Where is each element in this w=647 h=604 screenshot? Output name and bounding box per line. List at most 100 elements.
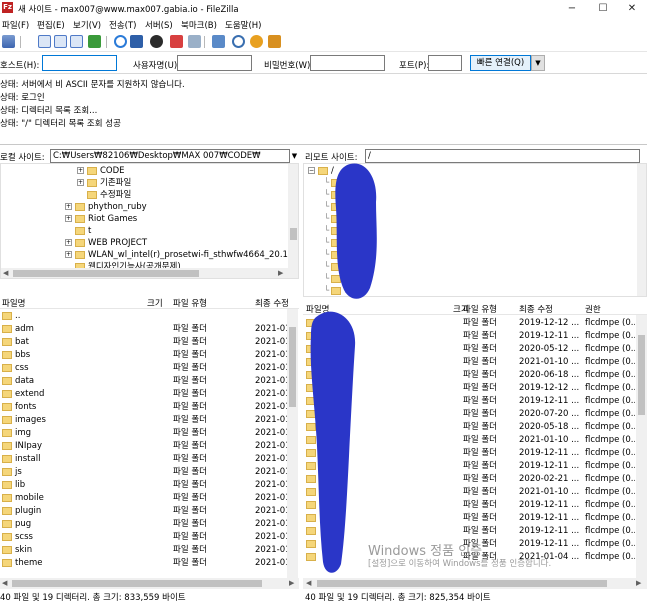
local-path-input[interactable]: C:₩Users₩82106₩Desktop₩MAX 007₩CODE₩ xyxy=(50,149,290,163)
local-tree-hscrollbar[interactable]: ◀ ▶ xyxy=(1,268,298,278)
table-row[interactable]: data 파일 폴더 2021-01 xyxy=(0,375,287,388)
table-row[interactable]: scss 파일 폴더 2021-01 xyxy=(0,531,287,544)
column-size[interactable]: 크기 xyxy=(147,297,163,309)
menu-bookmarks[interactable]: 북마크(B) xyxy=(181,19,217,31)
table-row[interactable]: lib 파일 폴더 2021-01 xyxy=(0,479,287,492)
tree-item[interactable]: + CODE xyxy=(77,165,125,177)
table-row[interactable]: .. xyxy=(0,310,287,323)
column-modified[interactable]: 최종 수정 xyxy=(255,297,289,309)
collapse-icon[interactable]: − xyxy=(308,167,315,174)
disconnect-icon[interactable] xyxy=(170,35,183,48)
table-row[interactable]: adm 파일 폴더 2021-01 xyxy=(0,323,287,336)
file-modified-cell: 2019-12-11 ... xyxy=(519,331,580,341)
tree-item[interactable]: + Riot Games xyxy=(65,213,137,225)
close-button[interactable]: ✕ xyxy=(617,0,647,17)
log-line: 상태: "/" 디렉터리 목록 조회 성공 xyxy=(0,119,121,129)
expand-icon[interactable]: + xyxy=(77,179,84,186)
column-modified[interactable]: 최종 수정 xyxy=(519,303,553,315)
local-file-list[interactable]: 파일명 크기 파일 유형 최종 수정 .. adm 파일 폴더 2021-01 bat 파… xyxy=(0,294,299,580)
tree-item[interactable]: 수정파일 xyxy=(87,189,131,201)
column-type[interactable]: 파일 유형 xyxy=(173,297,207,309)
reconnect-icon[interactable] xyxy=(188,35,201,48)
tree-item[interactable]: + WEB PROJECT xyxy=(65,237,147,249)
table-row[interactable]: plugin 파일 폴더 2021-01 xyxy=(0,505,287,518)
password-input[interactable] xyxy=(310,55,385,71)
scroll-thumb[interactable] xyxy=(638,335,645,415)
quickconnect-button[interactable]: 빠른 연결(Q) xyxy=(470,55,531,71)
menu-server[interactable]: 서버(S) xyxy=(145,19,173,31)
scroll-right-icon[interactable]: ▶ xyxy=(636,579,641,587)
scroll-left-icon[interactable]: ◀ xyxy=(2,579,7,587)
tree-item[interactable]: + 기존파일 xyxy=(77,177,131,189)
scroll-thumb[interactable] xyxy=(290,228,297,240)
scroll-thumb[interactable] xyxy=(12,580,262,587)
tree-item[interactable]: + WLAN_wl_intel(r)_prosetwi-fi_sthwfw4664… xyxy=(65,249,298,261)
filter-icon[interactable] xyxy=(212,35,225,48)
menu-transfer[interactable]: 전송(T) xyxy=(109,19,136,31)
minimize-button[interactable]: − xyxy=(557,0,587,17)
process-queue-icon[interactable] xyxy=(130,35,143,48)
remote-list-vscrollbar[interactable] xyxy=(636,315,647,580)
table-row[interactable]: bat 파일 폴더 2021-01 xyxy=(0,336,287,349)
local-directory-tree[interactable]: + CODE + 기존파일 수정파일 + phython_ruby + Riot Gam… xyxy=(0,163,299,279)
scroll-thumb[interactable] xyxy=(13,270,199,277)
toggle-local-tree-icon[interactable] xyxy=(54,35,67,48)
tree-item[interactable]: t xyxy=(75,225,91,237)
column-permissions[interactable]: 권한 xyxy=(585,303,601,315)
table-row[interactable]: js 파일 폴더 2021-01 xyxy=(0,466,287,479)
table-row[interactable]: images 파일 폴더 2021-01 xyxy=(0,414,287,427)
menu-help[interactable]: 도움말(H) xyxy=(225,19,261,31)
menu-view[interactable]: 보기(V) xyxy=(73,19,101,31)
toggle-queue-icon[interactable] xyxy=(88,35,101,48)
table-row[interactable]: INIpay 파일 폴더 2021-01 xyxy=(0,440,287,453)
table-row[interactable]: img 파일 폴더 2021-01 xyxy=(0,427,287,440)
compare-icon[interactable] xyxy=(232,35,245,48)
port-input[interactable] xyxy=(428,55,462,71)
maximize-button[interactable]: ☐ xyxy=(588,0,618,17)
search-icon[interactable] xyxy=(268,35,281,48)
toggle-remote-tree-icon[interactable] xyxy=(70,35,83,48)
local-list-vscrollbar[interactable] xyxy=(287,309,298,580)
table-row[interactable]: extend 파일 폴더 2021-01 xyxy=(0,388,287,401)
host-input[interactable] xyxy=(42,55,117,71)
table-row[interactable]: skin 파일 폴더 2021-01 xyxy=(0,544,287,557)
remote-list-hscrollbar[interactable]: ◀ ▶ xyxy=(303,578,647,589)
expand-icon[interactable]: + xyxy=(65,239,72,246)
sync-browse-icon[interactable] xyxy=(250,35,263,48)
quickconnect-history-dropdown[interactable]: ▼ xyxy=(531,55,545,71)
scroll-right-icon[interactable]: ▶ xyxy=(278,269,283,277)
toggle-log-icon[interactable] xyxy=(38,35,51,48)
scroll-left-icon[interactable]: ◀ xyxy=(306,579,311,587)
table-row[interactable]: bbs 파일 폴더 2021-01 xyxy=(0,349,287,362)
local-tree-vscrollbar[interactable] xyxy=(288,164,298,268)
column-type[interactable]: 파일 유형 xyxy=(463,303,497,315)
site-manager-icon[interactable] xyxy=(2,35,15,48)
table-row[interactable]: install 파일 폴더 2021-01 xyxy=(0,453,287,466)
message-log: 상태: 서버에서 비 ASCII 문자를 지원하지 않습니다. 상태: 로그인 … xyxy=(0,75,647,145)
scroll-left-icon[interactable]: ◀ xyxy=(3,269,8,277)
table-row[interactable]: css 파일 폴더 2021-01 xyxy=(0,362,287,375)
table-row[interactable]: fonts 파일 폴더 2021-01 xyxy=(0,401,287,414)
tree-item[interactable]: + phython_ruby xyxy=(65,201,147,213)
redaction-scribble xyxy=(335,163,377,299)
cancel-icon[interactable] xyxy=(150,35,163,48)
menu-edit[interactable]: 편집(E) xyxy=(37,19,65,31)
column-filename[interactable]: 파일명 xyxy=(2,297,25,309)
expand-icon[interactable]: + xyxy=(77,167,84,174)
scroll-thumb[interactable] xyxy=(289,327,296,407)
expand-icon[interactable]: + xyxy=(65,215,72,222)
menu-file[interactable]: 파일(F) xyxy=(2,19,29,31)
local-path-dropdown-icon[interactable]: ▼ xyxy=(289,149,300,163)
local-list-hscrollbar[interactable]: ◀ ▶ xyxy=(0,578,299,589)
scroll-thumb[interactable] xyxy=(317,580,607,587)
username-input[interactable] xyxy=(177,55,252,71)
remote-path-input[interactable]: / xyxy=(365,149,640,163)
refresh-icon[interactable] xyxy=(114,35,127,48)
remote-tree-vscrollbar[interactable] xyxy=(637,164,646,296)
expand-icon[interactable]: + xyxy=(65,203,72,210)
table-row[interactable]: pug 파일 폴더 2021-01 xyxy=(0,518,287,531)
expand-icon[interactable]: + xyxy=(65,251,72,258)
table-row[interactable]: theme 파일 폴더 2021-01 xyxy=(0,557,287,570)
table-row[interactable]: mobile 파일 폴더 2021-01 xyxy=(0,492,287,505)
scroll-right-icon[interactable]: ▶ xyxy=(289,579,294,587)
